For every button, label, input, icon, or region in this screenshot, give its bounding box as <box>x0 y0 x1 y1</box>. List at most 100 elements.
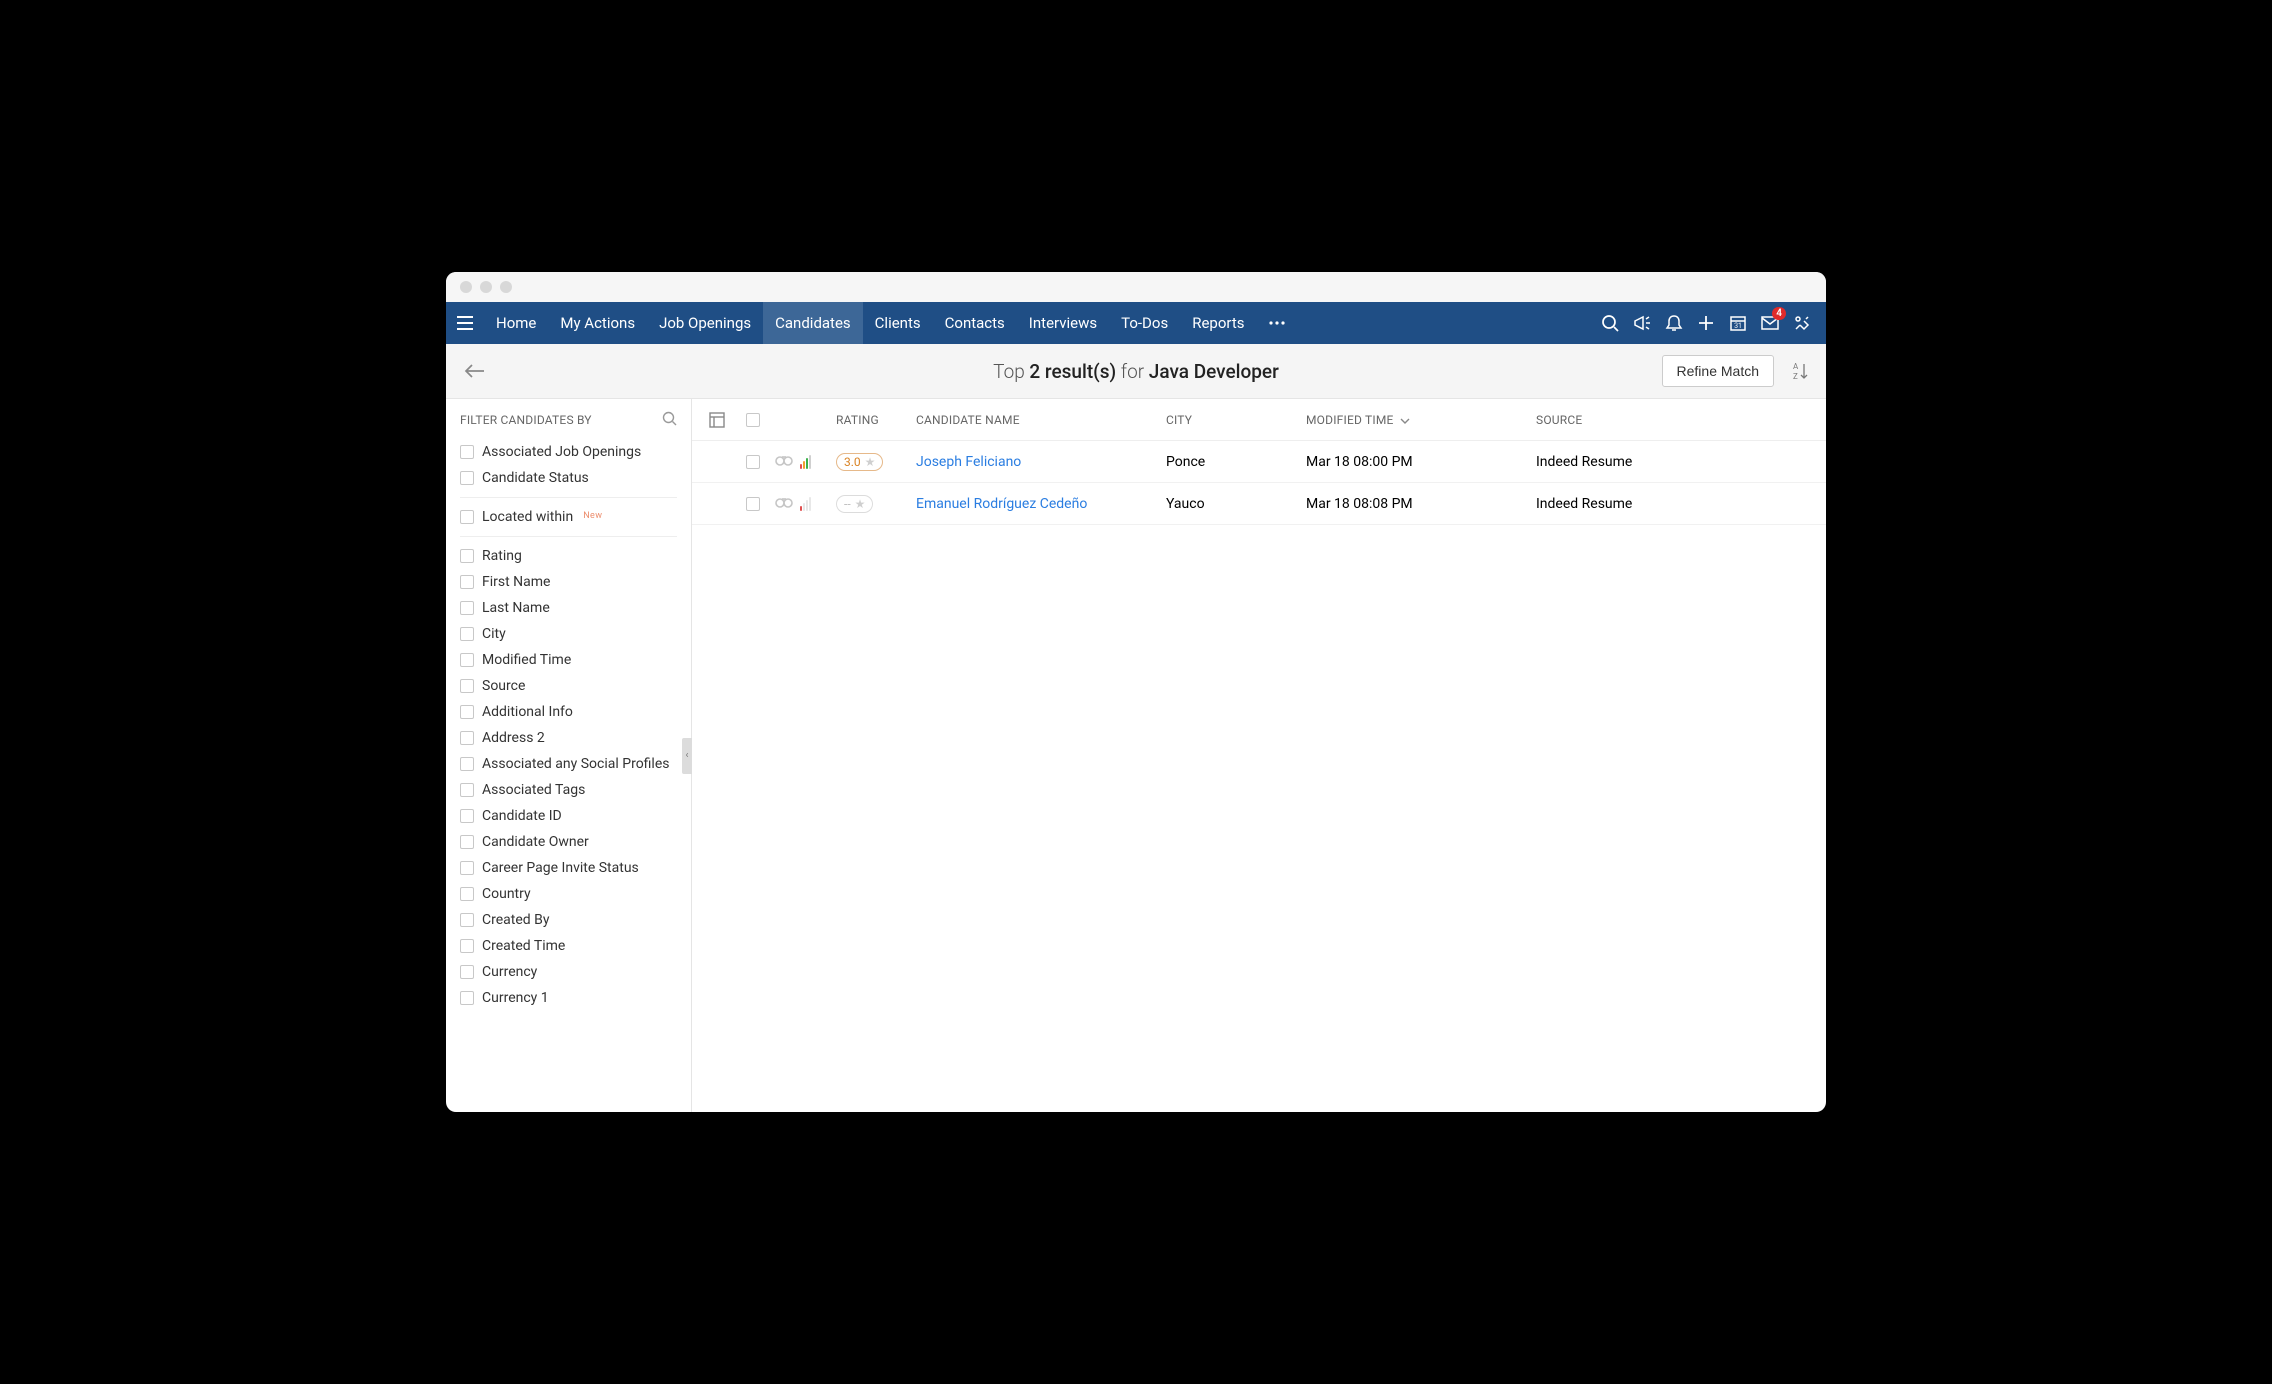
filter-label: Associated Job Openings <box>482 444 641 460</box>
window-close-dot[interactable] <box>460 281 472 293</box>
nav-todos[interactable]: To-Dos <box>1109 302 1180 344</box>
filter-label: Currency 1 <box>482 990 549 1006</box>
filter-career-page-invite-status[interactable]: Career Page Invite Status <box>446 855 691 881</box>
filter-currency-1[interactable]: Currency 1 <box>446 985 691 1011</box>
checkbox[interactable] <box>460 809 474 823</box>
add-icon[interactable] <box>1692 309 1720 337</box>
candidate-name-link[interactable]: Emanuel Rodríguez Cedeño <box>916 496 1087 512</box>
checkbox[interactable] <box>460 965 474 979</box>
checkbox[interactable] <box>460 549 474 563</box>
checkbox[interactable] <box>460 705 474 719</box>
checkbox[interactable] <box>460 601 474 615</box>
window-min-dot[interactable] <box>480 281 492 293</box>
nav-candidates[interactable]: Candidates <box>763 302 863 344</box>
filter-modified-time[interactable]: Modified Time <box>446 647 691 673</box>
bell-icon[interactable] <box>1660 309 1688 337</box>
col-modified-time[interactable]: MODIFIED TIME <box>1306 413 1536 427</box>
checkbox[interactable] <box>460 939 474 953</box>
select-all-checkbox[interactable] <box>732 413 774 427</box>
filter-list[interactable]: Associated Job Openings Candidate Status… <box>446 439 691 1112</box>
sidebar-collapse-handle[interactable]: ‹ <box>682 738 692 774</box>
nav-clients[interactable]: Clients <box>863 302 933 344</box>
filters-sidebar: FILTER CANDIDATES BY Associated Job Open… <box>446 399 692 1112</box>
filter-created-by[interactable]: Created By <box>446 907 691 933</box>
filter-label: Modified Time <box>482 652 571 668</box>
filter-currency[interactable]: Currency <box>446 959 691 985</box>
sort-control[interactable]: A Z <box>1786 357 1812 385</box>
preview-icon[interactable] <box>774 496 794 512</box>
nav-more-button[interactable] <box>1256 302 1298 344</box>
rating-value: 3.0 <box>844 455 861 469</box>
nav-my-actions[interactable]: My Actions <box>548 302 647 344</box>
refine-match-button[interactable]: Refine Match <box>1662 355 1774 387</box>
checkbox[interactable] <box>460 679 474 693</box>
checkbox[interactable] <box>460 471 474 485</box>
filter-rating[interactable]: Rating <box>446 543 691 569</box>
checkbox[interactable] <box>460 991 474 1005</box>
filter-source[interactable]: Source <box>446 673 691 699</box>
filter-additional-info[interactable]: Additional Info <box>446 699 691 725</box>
column-settings-button[interactable] <box>702 412 732 428</box>
filter-label: Created Time <box>482 938 565 954</box>
filter-first-name[interactable]: First Name <box>446 569 691 595</box>
filter-label: First Name <box>482 574 550 590</box>
svg-text:31: 31 <box>1734 322 1742 330</box>
col-candidate-name[interactable]: CANDIDATE NAME <box>916 413 1166 427</box>
col-source[interactable]: SOURCE <box>1536 413 1826 427</box>
filter-candidate-status[interactable]: Candidate Status <box>446 465 691 491</box>
checkbox[interactable] <box>460 575 474 589</box>
filter-created-time[interactable]: Created Time <box>446 933 691 959</box>
results-for: for <box>1116 360 1149 383</box>
col-city[interactable]: CITY <box>1166 413 1306 427</box>
mail-icon[interactable]: 4 <box>1756 309 1784 337</box>
calendar-icon[interactable]: 31 <box>1724 309 1752 337</box>
filter-associated-job-openings[interactable]: Associated Job Openings <box>446 439 691 465</box>
col-rating[interactable]: RATING <box>836 413 916 427</box>
hamburger-menu-button[interactable] <box>446 302 484 344</box>
filter-associated-tags[interactable]: Associated Tags <box>446 777 691 803</box>
checkbox[interactable] <box>460 653 474 667</box>
checkbox[interactable] <box>460 731 474 745</box>
checkbox[interactable] <box>460 861 474 875</box>
checkbox[interactable] <box>460 445 474 459</box>
table-row[interactable]: -- ★ Emanuel Rodríguez Cedeño Yauco Mar … <box>692 483 1826 525</box>
checkbox[interactable] <box>460 627 474 641</box>
checkbox[interactable] <box>460 510 474 524</box>
filter-address-2[interactable]: Address 2 <box>446 725 691 751</box>
nav-home[interactable]: Home <box>484 302 548 344</box>
search-icon[interactable] <box>1596 309 1624 337</box>
settings-icon[interactable] <box>1788 309 1816 337</box>
back-button[interactable] <box>460 356 490 386</box>
window-max-dot[interactable] <box>500 281 512 293</box>
nav-reports[interactable]: Reports <box>1180 302 1256 344</box>
table-row[interactable]: 3.0 ★ Joseph Feliciano Ponce Mar 18 08:0… <box>692 441 1826 483</box>
filter-candidate-owner[interactable]: Candidate Owner <box>446 829 691 855</box>
filter-associated-social-profiles[interactable]: Associated any Social Profiles <box>446 751 691 777</box>
nav-job-openings[interactable]: Job Openings <box>647 302 763 344</box>
checkbox[interactable] <box>460 887 474 901</box>
filter-located-within[interactable]: Located withinNew <box>446 504 691 530</box>
filter-country[interactable]: Country <box>446 881 691 907</box>
nav-interviews[interactable]: Interviews <box>1017 302 1109 344</box>
rating-value: -- <box>844 497 851 511</box>
filter-search-icon[interactable] <box>662 411 677 429</box>
preview-icon[interactable] <box>774 454 794 470</box>
filter-label: Source <box>482 678 525 694</box>
checkbox[interactable] <box>460 913 474 927</box>
filter-label: Address 2 <box>482 730 545 746</box>
checkbox[interactable] <box>460 783 474 797</box>
row-city: Yauco <box>1166 496 1306 512</box>
row-checkbox[interactable] <box>732 497 774 511</box>
announce-icon[interactable] <box>1628 309 1656 337</box>
results-title: Top 2 result(s) for Java Developer <box>446 360 1826 383</box>
checkbox[interactable] <box>460 757 474 771</box>
filter-last-name[interactable]: Last Name <box>446 595 691 621</box>
nav-contacts[interactable]: Contacts <box>933 302 1017 344</box>
filter-city[interactable]: City <box>446 621 691 647</box>
checkbox[interactable] <box>460 835 474 849</box>
filter-candidate-id[interactable]: Candidate ID <box>446 803 691 829</box>
candidate-name-link[interactable]: Joseph Feliciano <box>916 454 1021 470</box>
row-checkbox[interactable] <box>732 455 774 469</box>
rating-chip: 3.0 ★ <box>836 453 883 471</box>
filter-label: Career Page Invite Status <box>482 860 639 876</box>
